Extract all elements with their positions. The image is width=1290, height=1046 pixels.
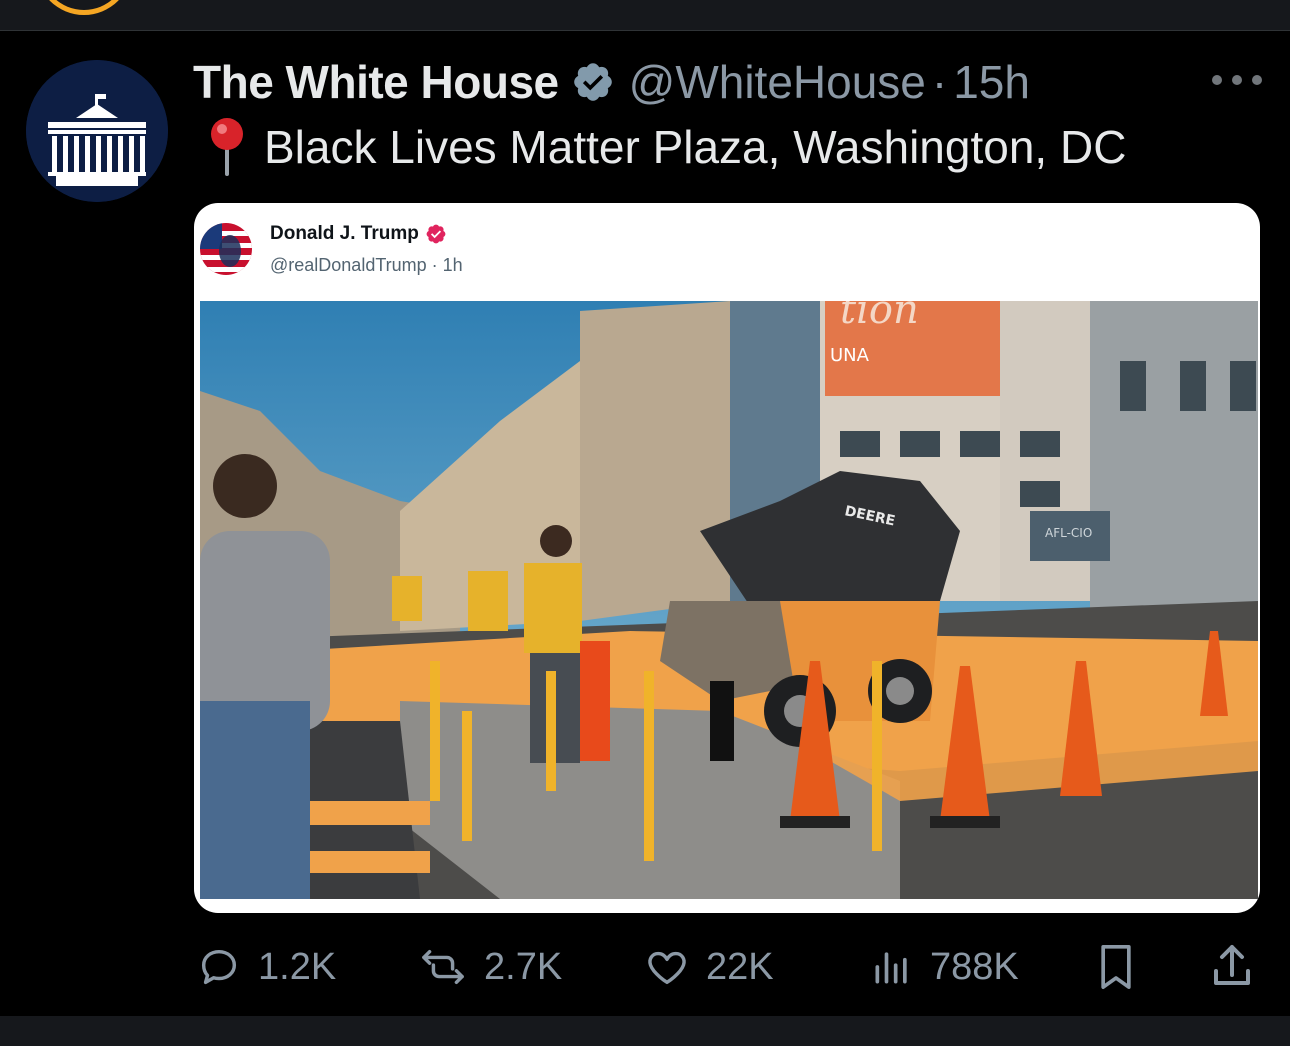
reply-count: 1.2K xyxy=(258,945,337,988)
views-count: 788K xyxy=(930,945,1019,988)
reply-button[interactable]: 1.2K xyxy=(196,940,336,994)
repost-icon xyxy=(422,949,464,985)
bookmark-icon xyxy=(1101,945,1131,990)
like-count: 22K xyxy=(706,945,774,988)
bookmark-button[interactable] xyxy=(1094,940,1154,994)
quoted-author: Donald J. Trump xyxy=(270,223,447,245)
banner-sign-text: tion xyxy=(840,301,919,333)
repost-button[interactable]: 2.7K xyxy=(418,940,562,994)
bottom-bar xyxy=(0,1016,1290,1046)
like-icon xyxy=(648,951,686,985)
profile-ring-icon[interactable] xyxy=(36,0,132,15)
quoted-avatar[interactable] xyxy=(200,223,252,275)
author-name[interactable]: The White House xyxy=(193,55,559,109)
quoted-post-card[interactable]: Donald J. Trump @realDonaldTrump · 1h ti… xyxy=(194,203,1260,913)
quoted-handle-time: @realDonaldTrump · 1h xyxy=(270,255,463,275)
tweet-text: Black Lives Matter Plaza, Washington, DC xyxy=(200,112,1126,182)
banner-sign-sub: UNA xyxy=(830,345,870,366)
more-icon[interactable] xyxy=(1212,70,1262,90)
tweet-time[interactable]: 15h xyxy=(953,55,1030,109)
pin-icon xyxy=(211,118,243,176)
reply-icon xyxy=(201,949,237,985)
views-button[interactable]: 788K xyxy=(870,940,1019,994)
avatar[interactable] xyxy=(26,60,168,202)
separator-dot: · xyxy=(931,56,948,108)
verified-icon xyxy=(426,224,446,244)
video-player[interactable]: tion UNA AFL-CIO DEERE xyxy=(200,301,1258,899)
location-text: Black Lives Matter Plaza, Washington, DC xyxy=(264,121,1127,173)
top-bar xyxy=(0,0,1290,31)
author-handle[interactable]: @WhiteHouse xyxy=(629,55,926,109)
video-frame: tion UNA AFL-CIO DEERE xyxy=(200,301,1258,899)
building-sign-text: AFL-CIO xyxy=(1045,526,1092,540)
verified-icon xyxy=(573,63,612,101)
like-button[interactable]: 22K xyxy=(644,940,774,994)
quoted-author-name[interactable]: Donald J. Trump xyxy=(270,223,419,245)
share-button[interactable] xyxy=(1208,940,1272,994)
repost-count: 2.7K xyxy=(484,945,563,988)
share-icon xyxy=(1214,945,1250,985)
tweet-header: The White House @WhiteHouse · 15h xyxy=(193,52,1030,112)
views-icon xyxy=(875,952,907,984)
tweet-actions: 1.2K 2.7K 22K 788K xyxy=(0,940,1290,994)
